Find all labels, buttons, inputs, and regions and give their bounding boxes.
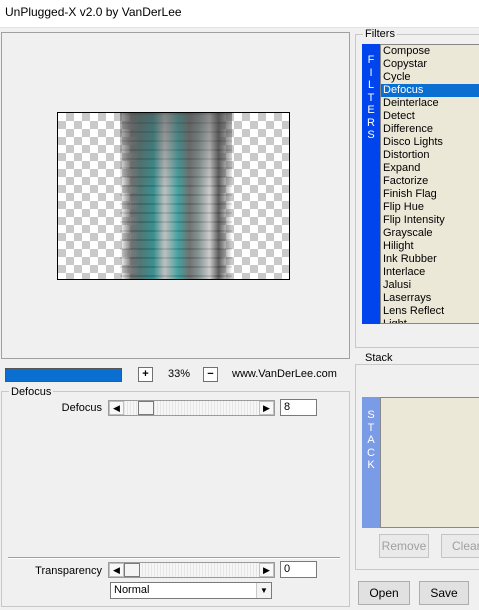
side-letter: C	[367, 446, 375, 459]
slider-left-arrow-icon[interactable]: ◀	[109, 563, 124, 577]
preview-image[interactable]	[57, 112, 290, 280]
transparency-slider-thumb[interactable]	[124, 563, 140, 577]
website-link[interactable]: www.VanDerLee.com	[232, 368, 337, 380]
preview-effect-strip	[120, 113, 232, 279]
side-letter: K	[367, 459, 375, 471]
stack-side-tab: STACK	[362, 397, 380, 528]
blend-mode-select[interactable]: Normal ▼	[110, 582, 272, 599]
filter-item[interactable]: Jalusi	[381, 279, 479, 292]
slider-left-arrow-icon[interactable]: ◀	[109, 401, 124, 415]
side-letter: S	[367, 409, 375, 421]
filter-item[interactable]: Interlace	[381, 266, 479, 279]
clear-button[interactable]: Clear	[441, 534, 479, 558]
remove-button[interactable]: Remove	[379, 534, 429, 558]
filter-item[interactable]: Cycle	[381, 71, 479, 84]
filter-item[interactable]: Flip Hue	[381, 201, 479, 214]
side-letter: E	[367, 104, 375, 116]
stack-title: Stack	[363, 352, 395, 364]
filter-item[interactable]: Distortion	[381, 149, 479, 162]
filter-item[interactable]: Copystar	[381, 58, 479, 71]
stack-side-label: STACK	[362, 409, 380, 472]
defocus-slider[interactable]: ◀ ▶	[108, 400, 275, 416]
side-letter: F	[367, 54, 375, 66]
transparency-value-field[interactable]: 0	[280, 561, 317, 578]
open-button[interactable]: Open	[358, 581, 410, 605]
filters-title: Filters	[363, 28, 397, 40]
stack-list[interactable]	[380, 397, 479, 528]
render-progress-bar	[5, 368, 122, 382]
filter-item[interactable]: Disco Lights	[381, 136, 479, 149]
side-letter: R	[367, 116, 375, 129]
zoom-out-button[interactable]: −	[203, 367, 218, 382]
filter-item[interactable]: Finish Flag	[381, 188, 479, 201]
filter-item[interactable]: Compose	[381, 45, 479, 58]
effect-group-title: Defocus	[9, 386, 54, 398]
filter-item[interactable]: Grayscale	[381, 227, 479, 240]
blend-mode-value: Normal	[114, 584, 150, 596]
filter-item[interactable]: Laserrays	[381, 292, 479, 305]
side-letter: L	[367, 79, 375, 91]
filter-item[interactable]: Defocus	[381, 84, 479, 97]
filter-item[interactable]: Lens Reflect	[381, 305, 479, 318]
side-letter: A	[367, 434, 375, 446]
filters-list[interactable]: Compose Copystar Cycle Defocus Deinterlace De…	[380, 44, 479, 324]
window-title: UnPlugged-X v2.0 by VanDerLee	[5, 5, 182, 19]
defocus-slider-thumb[interactable]	[138, 401, 155, 415]
filter-item[interactable]: Detect	[381, 110, 479, 123]
filter-item[interactable]: Expand	[381, 162, 479, 175]
side-letter: T	[367, 91, 375, 104]
zoom-in-button[interactable]: +	[138, 367, 153, 382]
filter-item[interactable]: Deinterlace	[381, 97, 479, 110]
save-button[interactable]: Save	[419, 581, 469, 605]
side-letter: I	[369, 66, 373, 79]
side-letter: T	[367, 421, 375, 434]
divider	[8, 557, 340, 559]
side-letter: S	[367, 129, 375, 141]
filter-item[interactable]: Flip Intensity	[381, 214, 479, 227]
title-bar: UnPlugged-X v2.0 by VanDerLee	[0, 0, 479, 28]
transparency-slider[interactable]: ◀ ▶	[108, 562, 275, 578]
defocus-param-label: Defocus	[61, 402, 102, 414]
filter-item[interactable]: Difference	[381, 123, 479, 136]
slider-right-arrow-icon[interactable]: ▶	[259, 563, 274, 577]
filter-item[interactable]: Factorize	[381, 175, 479, 188]
filter-item[interactable]: Hilight	[381, 240, 479, 253]
zoom-level: 33%	[167, 368, 191, 380]
filters-side-tab: FILTERS	[362, 44, 380, 324]
chevron-down-icon[interactable]: ▼	[256, 583, 271, 598]
defocus-value-field[interactable]: 8	[280, 399, 317, 416]
slider-right-arrow-icon[interactable]: ▶	[259, 401, 274, 415]
filters-side-label: FILTERS	[362, 54, 380, 142]
filter-item[interactable]: Ink Rubber	[381, 253, 479, 266]
filter-item[interactable]: Light	[381, 318, 479, 323]
transparency-label: Transparency	[35, 565, 102, 577]
